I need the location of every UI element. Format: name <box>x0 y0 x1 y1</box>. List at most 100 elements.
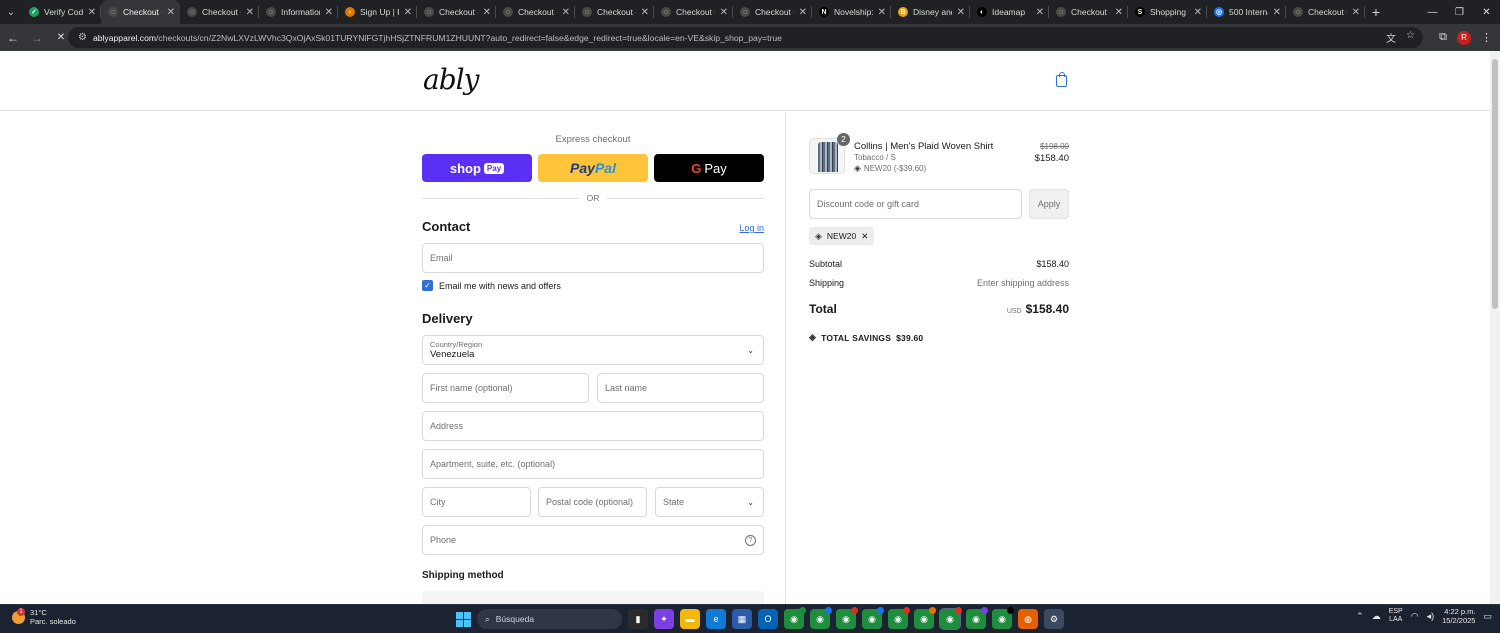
newsletter-checkbox[interactable]: ✓ <box>422 280 433 291</box>
browser-tab[interactable]: ◌ Checkout - ✕ <box>101 0 180 24</box>
windows-start-icon[interactable] <box>456 611 471 627</box>
state-select[interactable]: State ⌄ <box>655 487 764 517</box>
newsletter-option[interactable]: ✓ Email me with news and offers <box>422 280 561 291</box>
tab-close-icon[interactable]: ✕ <box>325 7 333 18</box>
tab-close-icon[interactable]: ✕ <box>957 7 965 18</box>
total-value: $158.40 <box>1025 302 1069 316</box>
minimize-icon[interactable]: — <box>1419 0 1446 24</box>
chrome-profile-5-icon[interactable]: ◉ <box>888 607 910 629</box>
translate-icon[interactable]: 文 <box>1386 30 1396 45</box>
google-pay-button[interactable]: G Pay <box>654 154 764 182</box>
browser-tab[interactable]: B Disney and ✕ <box>891 0 970 24</box>
scrollbar-thumb[interactable] <box>1492 59 1498 309</box>
browser-tab[interactable]: ◌ Checkout - ✕ <box>417 0 496 24</box>
tab-close-icon[interactable]: ✕ <box>483 7 491 18</box>
chrome-profile-1-icon[interactable]: ◉ <box>784 607 806 629</box>
tab-close-icon[interactable]: ✕ <box>1115 7 1123 18</box>
profile-avatar[interactable]: R <box>1457 30 1471 45</box>
browser-tab[interactable]: ◌ Information ✕ <box>259 0 338 24</box>
chrome-profile-7-icon[interactable]: ◉ <box>939 607 962 630</box>
chrome-profile-9-icon[interactable]: ◉ <box>992 607 1014 629</box>
tab-close-icon[interactable]: ✕ <box>799 7 807 18</box>
chrome-profile-6-icon[interactable]: ◉ <box>914 607 936 629</box>
phone-field[interactable]: Phone ? <box>422 525 764 555</box>
browser-tab[interactable]: N Novelship: 2 ✕ <box>812 0 891 24</box>
city-field[interactable]: City <box>422 487 531 517</box>
taskbar-search[interactable]: ⌕ Búsqueda <box>477 609 622 629</box>
postal-code-field[interactable]: Postal code (optional) <box>538 487 647 517</box>
tab-close-icon[interactable]: ✕ <box>88 7 96 18</box>
shopping-bag-icon[interactable] <box>1056 72 1067 87</box>
file-explorer-icon[interactable]: ▬ <box>680 609 700 629</box>
browser-tab[interactable]: ◌ Checkout - ✕ <box>1049 0 1128 24</box>
back-icon[interactable]: ← <box>2 27 24 49</box>
outlook-icon[interactable]: O <box>758 609 778 629</box>
tab-close-icon[interactable]: ✕ <box>720 7 728 18</box>
help-icon[interactable]: ? <box>745 535 756 546</box>
tab-close-icon[interactable]: ✕ <box>246 7 254 18</box>
tab-close-icon[interactable]: ✕ <box>1036 7 1044 18</box>
new-tab-button[interactable]: + <box>1365 4 1387 20</box>
tab-close-icon[interactable]: ✕ <box>878 7 886 18</box>
login-link[interactable]: Log in <box>739 223 764 233</box>
browser-tab[interactable]: ◌ Checkout - ✕ <box>733 0 812 24</box>
first-name-field[interactable]: First name (optional) <box>422 373 589 403</box>
page-scrollbar[interactable] <box>1490 51 1500 604</box>
browser-tab[interactable]: ◎ 500 Interna ✕ <box>1207 0 1286 24</box>
apply-button[interactable]: Apply <box>1029 189 1069 219</box>
browser-tab[interactable]: ◐ Ideamap ✕ <box>970 0 1049 24</box>
close-window-icon[interactable]: ✕ <box>1473 0 1500 24</box>
settings-gear-icon[interactable]: ⚙ <box>1044 609 1064 629</box>
country-select[interactable]: Country/Region Venezuela ⌄ <box>422 335 764 365</box>
store-icon[interactable]: ▦ <box>732 609 752 629</box>
browser-tab[interactable]: ◌ Checkout - ✕ <box>180 0 259 24</box>
chrome-profile-8-icon[interactable]: ◉ <box>966 607 988 629</box>
wifi-icon[interactable]: ◠ <box>1411 611 1419 622</box>
bookmark-star-icon[interactable]: ☆ <box>1406 30 1415 45</box>
email-field[interactable]: Email <box>422 243 764 273</box>
address-field[interactable]: Address <box>422 411 764 441</box>
tab-close-icon[interactable]: ✕ <box>404 7 412 18</box>
browser-tab[interactable]: ◌ Checkout - ✕ <box>575 0 654 24</box>
chrome-profile-4-icon[interactable]: ◉ <box>862 607 884 629</box>
last-name-field[interactable]: Last name <box>597 373 764 403</box>
chrome-profile-3-icon[interactable]: ◉ <box>836 607 858 629</box>
clock[interactable]: 4:22 p.m. 15/2/2025 <box>1442 607 1475 625</box>
extensions-icon[interactable]: ⧉ <box>1439 31 1447 44</box>
edge-icon[interactable]: e <box>706 609 726 629</box>
apartment-field[interactable]: Apartment, suite, etc. (optional) <box>422 449 764 479</box>
discount-code-input[interactable]: Discount code or gift card <box>809 189 1022 219</box>
tab-search-icon[interactable]: ⌄ <box>0 0 22 24</box>
tab-close-icon[interactable]: ✕ <box>641 7 649 18</box>
notifications-icon[interactable]: ▭ <box>1483 611 1492 622</box>
firefox-icon[interactable]: ◍ <box>1018 609 1038 629</box>
task-view-icon[interactable]: ▮ <box>628 609 648 629</box>
tab-close-icon[interactable]: ✕ <box>1194 7 1202 18</box>
shop-pay-button[interactable]: shop Pay <box>422 154 532 182</box>
browser-tab[interactable]: ✓ Verify Code ✕ <box>22 0 101 24</box>
tab-close-icon[interactable]: ✕ <box>562 7 570 18</box>
browser-menu-icon[interactable]: ⋮ <box>1481 31 1492 44</box>
browser-tab[interactable]: › Sign Up | Pr ✕ <box>338 0 417 24</box>
volume-icon[interactable]: ◂) <box>1427 611 1435 622</box>
weather-widget[interactable]: 1 31°C Parc. soleado <box>12 607 76 626</box>
tab-close-icon[interactable]: ✕ <box>1273 7 1281 18</box>
browser-tab[interactable]: ◌ Checkout - ✕ <box>1286 0 1365 24</box>
remove-code-icon[interactable]: ✕ <box>861 231 868 242</box>
browser-tab[interactable]: ◌ Checkout - ✕ <box>654 0 733 24</box>
copilot-icon[interactable]: ✦ <box>654 609 674 629</box>
tab-close-icon[interactable]: ✕ <box>1352 7 1360 18</box>
restore-icon[interactable]: ❐ <box>1446 0 1473 24</box>
forward-icon[interactable]: → <box>26 27 48 49</box>
browser-tab[interactable]: S Shopping B ✕ <box>1128 0 1207 24</box>
language-indicator[interactable]: ESP LAA <box>1389 608 1403 624</box>
tab-close-icon[interactable]: ✕ <box>167 7 175 18</box>
shop-logo[interactable]: ably <box>423 63 479 96</box>
chrome-profile-2-icon[interactable]: ◉ <box>810 607 832 629</box>
onedrive-cloud-icon[interactable]: ☁ <box>1372 611 1381 622</box>
browser-tab[interactable]: ◌ Checkout - ✕ <box>496 0 575 24</box>
site-info-icon[interactable]: ⚙ <box>78 32 87 43</box>
paypal-button[interactable]: Pay Pal <box>538 154 648 182</box>
address-bar[interactable]: ⚙ ablyapparel.com/checkouts/cn/Z2NwLXVzL… <box>68 27 1423 48</box>
tray-chevron-up-icon[interactable]: ⌃ <box>1356 611 1364 622</box>
